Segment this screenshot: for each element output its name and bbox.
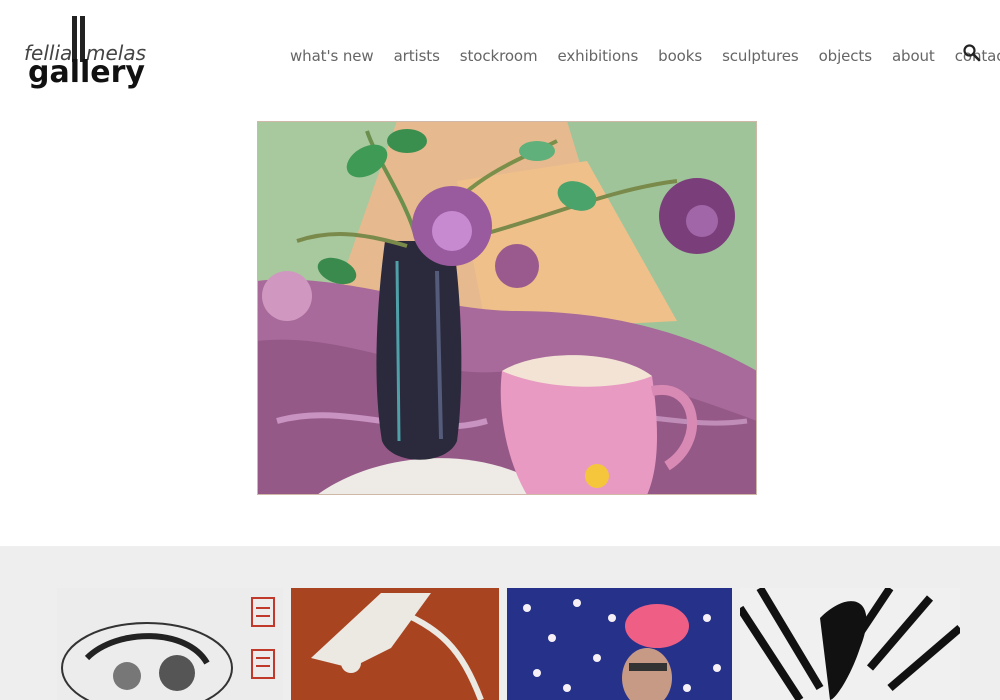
- site-header: fellia melas gallery what's new artists …: [0, 0, 1000, 110]
- search-icon[interactable]: [962, 43, 982, 63]
- artwork-thumbnails: [57, 588, 960, 700]
- nav-books[interactable]: books: [658, 46, 702, 66]
- artwork-thumbnail[interactable]: [740, 588, 960, 700]
- logo[interactable]: fellia melas gallery: [24, 14, 154, 94]
- nav-artists[interactable]: artists: [394, 46, 440, 66]
- artwork-thumbnail[interactable]: [291, 588, 499, 700]
- nav-sculptures[interactable]: sculptures: [722, 46, 799, 66]
- hero-painting[interactable]: [257, 121, 757, 495]
- artwork-thumbnail[interactable]: [507, 588, 732, 700]
- nav-exhibitions[interactable]: exhibitions: [558, 46, 639, 66]
- nav-objects[interactable]: objects: [819, 46, 872, 66]
- nav-whats-new[interactable]: what's new: [290, 46, 374, 66]
- artwork-thumbnail[interactable]: [57, 588, 283, 700]
- main-nav: what's new artists stockroom exhibitions…: [280, 46, 1000, 66]
- logo-text-gallery: gallery: [28, 55, 145, 90]
- nav-about[interactable]: about: [892, 46, 935, 66]
- nav-stockroom[interactable]: stockroom: [460, 46, 538, 66]
